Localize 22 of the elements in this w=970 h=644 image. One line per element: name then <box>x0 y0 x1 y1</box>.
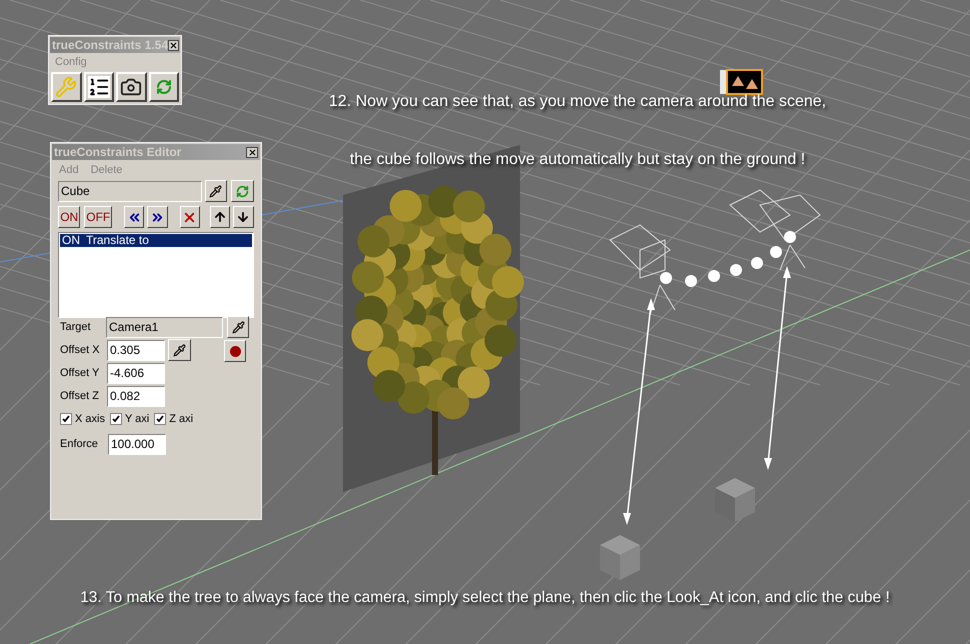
checkbox-label: Z axi <box>169 412 194 427</box>
input-field[interactable]: 0.305 <box>107 340 165 360</box>
caption: 12. Now you can see that, as you move the camera around the scene, <box>328 92 828 112</box>
field-label: Offset X <box>60 342 101 358</box>
list-item[interactable]: ON Translate to <box>60 234 252 247</box>
field-label: Enforce <box>60 436 99 452</box>
input-field[interactable]: 0.082 <box>107 386 165 407</box>
field-label: Offset Z <box>60 389 100 404</box>
input-field[interactable]: 100.000 <box>108 434 166 454</box>
constraint-state: ON <box>62 234 80 247</box>
checkbox-label: Y axi <box>124 412 150 427</box>
field-label: Target <box>60 320 92 335</box>
field-label: Offset Y <box>60 366 100 382</box>
checkbox-label: X axis <box>75 412 105 427</box>
input-field[interactable]: Camera1 <box>106 316 223 338</box>
window-title: trueConstraints Editor <box>54 146 182 158</box>
caption: the cube follows the move automatically but stay on the ground ! <box>348 150 806 170</box>
constraint-name: Translate to <box>86 234 149 247</box>
input-field[interactable]: Cube <box>58 180 202 202</box>
on-button[interactable]: ON <box>58 206 80 228</box>
off-button[interactable]: OFF <box>84 206 112 228</box>
input-field[interactable]: -4.606 <box>107 363 165 384</box>
